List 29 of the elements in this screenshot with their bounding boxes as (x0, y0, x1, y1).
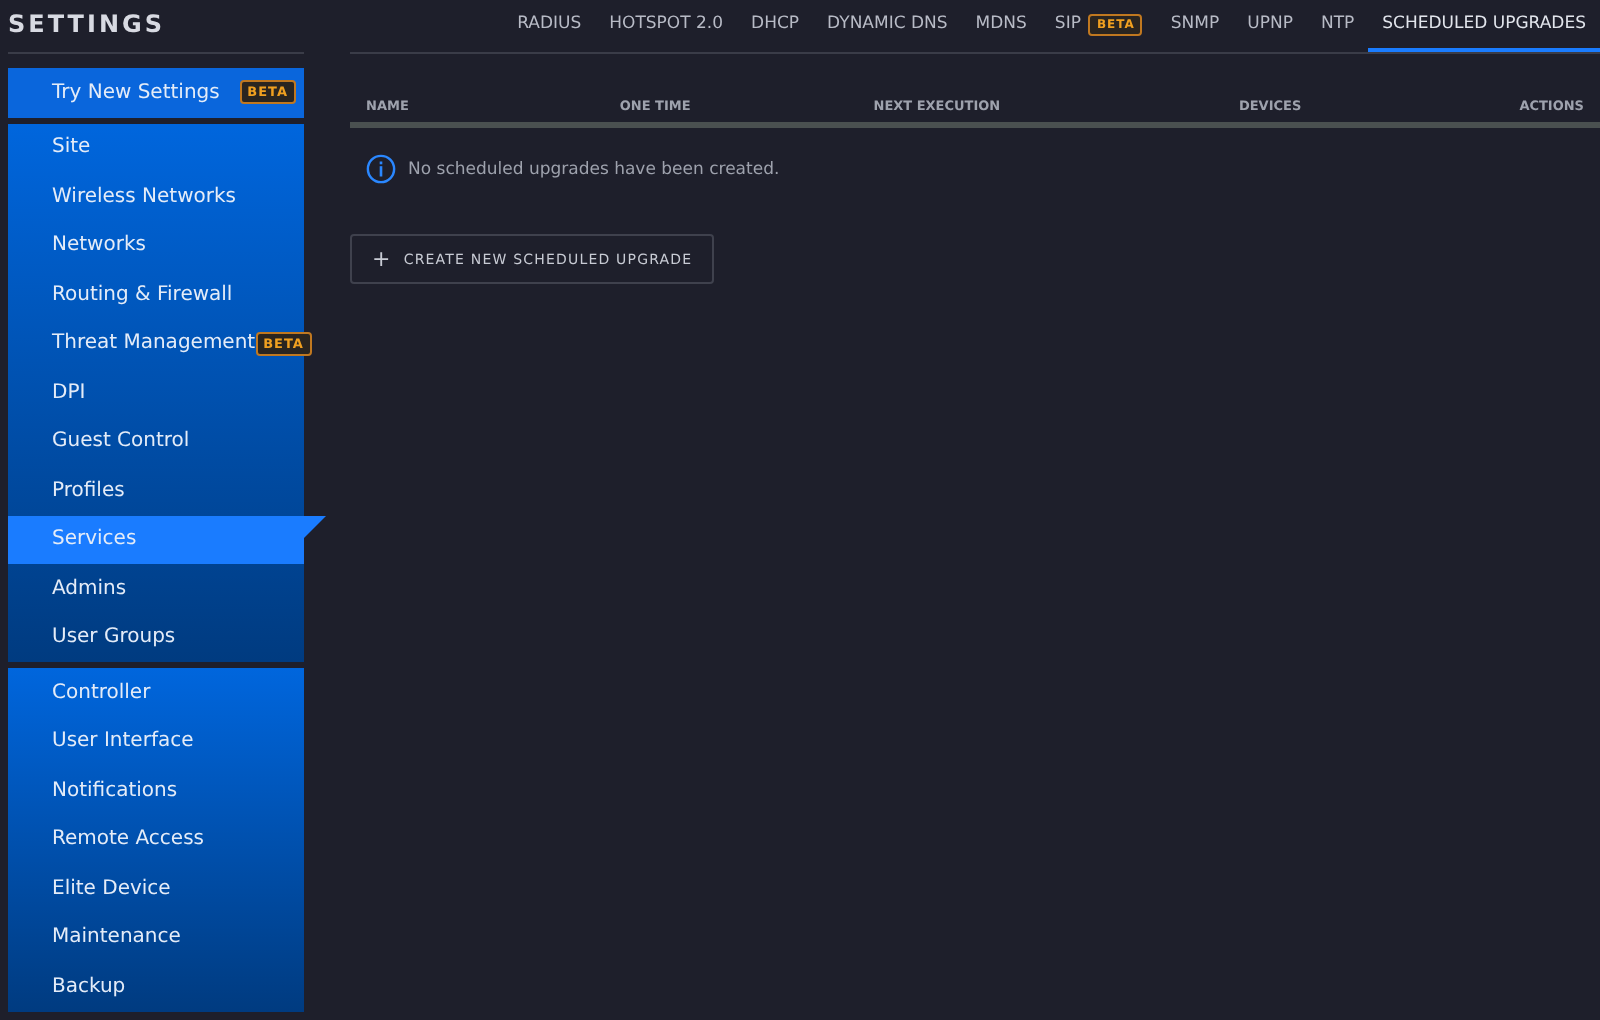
sidebar-item[interactable]: Controller (8, 668, 304, 717)
tab[interactable]: NTP (1306, 0, 1369, 52)
settings-title: SETTINGS (8, 0, 304, 54)
empty-message: No scheduled upgrades have been created. (408, 159, 780, 179)
tab[interactable]: SCHEDULED UPGRADES (1368, 0, 1600, 52)
sidebar-item[interactable]: Profiles (8, 466, 304, 515)
sidebar-item[interactable]: Site (8, 123, 304, 172)
info-icon (366, 154, 396, 184)
tab[interactable]: DYNAMIC DNS (813, 0, 962, 52)
tab[interactable]: DHCP (737, 0, 814, 52)
sidebar-item[interactable]: Maintenance (8, 913, 304, 962)
sidebar-item[interactable]: Networks (8, 221, 304, 270)
tab[interactable]: UPNP (1233, 0, 1307, 52)
sidebar-item[interactable]: Admins (8, 564, 304, 613)
tab[interactable]: RADIUS (503, 0, 596, 52)
pointer-icon (304, 515, 326, 537)
sidebar-item[interactable]: Elite Device (8, 864, 304, 913)
sidebar-item[interactable]: DPI (8, 368, 304, 417)
sidebar-item[interactable]: Remote Access (8, 815, 304, 864)
sidebar-item[interactable]: User Groups (8, 613, 304, 662)
sidebar-item[interactable]: Routing & Firewall (8, 270, 304, 319)
sidebar-item[interactable]: Notifications (8, 766, 304, 815)
tab[interactable]: HOTSPOT 2.0 (595, 0, 738, 52)
sidebar-item[interactable]: Backup (8, 962, 304, 1011)
tab[interactable]: MDNS (961, 0, 1041, 52)
tab[interactable]: SNMP (1156, 0, 1234, 52)
sidebar-item[interactable]: User Interface (8, 717, 304, 766)
sidebar-item[interactable]: Guest Control (8, 417, 304, 466)
sidebar-item[interactable]: Wireless Networks (8, 172, 304, 221)
